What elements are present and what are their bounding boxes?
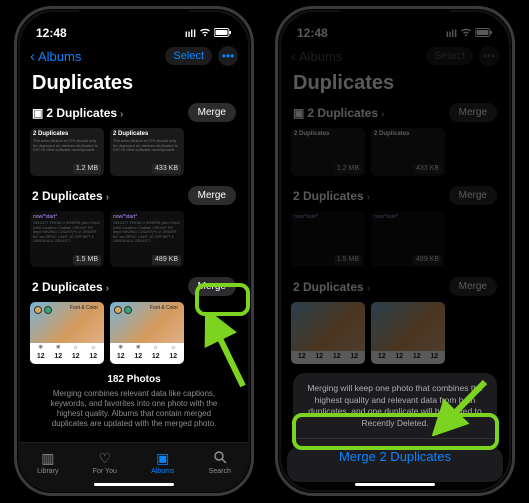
signal-icon: ııll [446, 29, 457, 40]
back-button[interactable]: ‹ Albums [291, 48, 342, 65]
section-title[interactable]: 2 Duplicates › [32, 280, 109, 294]
chevron-right-icon: › [106, 283, 109, 294]
wifi-icon [460, 28, 472, 40]
more-button[interactable]: ••• [479, 46, 499, 66]
color-swatch-icon [124, 306, 132, 314]
size-badge: 489 KB [152, 255, 181, 265]
albums-icon: ▣ [156, 450, 169, 467]
back-label: Albums [299, 49, 342, 64]
home-indicator[interactable] [355, 483, 435, 486]
chevron-right-icon: › [106, 192, 109, 203]
photo-count: 182 Photos [28, 372, 240, 385]
nav-bar: ‹ Albums Select ••• [20, 42, 248, 70]
chevron-right-icon: › [120, 109, 123, 120]
color-swatch-icon [44, 306, 52, 314]
screen-right: 12:48 ııll ‹ Albums Select ••• [281, 12, 509, 490]
duplicate-group: 2 Duplicates › Merge now/*start* SELECT … [28, 184, 240, 267]
back-button[interactable]: ‹ Albums [30, 48, 81, 65]
merge-button[interactable]: Merge [188, 186, 236, 205]
number-row: ☀︎12 ☀︎12 ☼12 ☼12 [110, 343, 184, 364]
color-swatch-icon [34, 306, 42, 314]
section-title[interactable]: 2 Duplicates › [32, 189, 109, 203]
status-time: 12:48 [297, 26, 328, 40]
merge-duplicates-button[interactable]: Merge 2 Duplicates [293, 439, 497, 474]
status-icons: ııll [185, 28, 232, 40]
duplicate-group: ▣ 2 Duplicates › Merge 2 Duplicates The … [28, 101, 240, 176]
foryou-icon: ♡ [99, 450, 112, 467]
size-badge: 1.5 MB [73, 255, 101, 265]
thumbnail[interactable]: now/*start* SELECT FROM d WHERE job='Cle… [30, 211, 104, 267]
signal-icon: ııll [185, 29, 196, 40]
tab-library[interactable]: ▥ Library [37, 450, 58, 475]
notch [79, 9, 189, 31]
duplicate-group: 2 Duplicates › Merge Font & Color ☀︎12 [28, 275, 240, 364]
content-area[interactable]: ▣ 2 Duplicates › Merge 2 Duplicates The … [20, 101, 248, 442]
ellipsis-icon: ••• [222, 49, 235, 63]
tab-foryou[interactable]: ♡ For You [93, 450, 117, 475]
action-sheet: Merging will keep one photo that combine… [287, 441, 503, 482]
notch [340, 9, 450, 31]
size-badge: 433 KB [152, 164, 181, 174]
tab-albums[interactable]: ▣ Albums [151, 450, 174, 475]
search-icon [213, 450, 227, 467]
section-title[interactable]: ▣ 2 Duplicates › [32, 106, 123, 120]
thumbnail[interactable]: 2 Duplicates The beta version of iOS sho… [30, 128, 104, 176]
thumbnail[interactable]: now/*start* SELECT FROM d WHERE job='Cle… [110, 211, 184, 267]
home-indicator[interactable] [94, 483, 174, 486]
thumbnail[interactable]: Font & Color ☀︎12 ☀︎12 ☼12 ☼12 [30, 302, 104, 364]
chevron-left-icon: ‹ [30, 48, 35, 65]
sheet-message: Merging will keep one photo that combine… [293, 373, 497, 438]
battery-icon [475, 28, 493, 40]
back-label: Albums [38, 49, 81, 64]
merge-button[interactable]: Merge [188, 103, 236, 122]
number-row: ☀︎12 ☀︎12 ☼12 ☼12 [30, 343, 104, 364]
nav-bar: ‹ Albums Select ••• [281, 42, 509, 70]
select-button[interactable]: Select [426, 47, 473, 65]
wifi-icon [199, 28, 211, 40]
battery-icon [214, 28, 232, 40]
chevron-left-icon: ‹ [291, 48, 296, 65]
select-button[interactable]: Select [165, 47, 212, 65]
status-time: 12:48 [36, 26, 67, 40]
color-swatch-icon [114, 306, 122, 314]
page-title: Duplicates [20, 70, 248, 101]
status-icons: ııll [446, 28, 493, 40]
ellipsis-icon: ••• [483, 49, 496, 63]
size-badge: 1.2 MB [73, 164, 101, 174]
merge-button[interactable]: Merge [188, 277, 236, 296]
footer-blurb: Merging combines relevant data like capt… [28, 385, 240, 435]
stack-icon: ▣ [32, 106, 43, 120]
phone-left: 12:48 ııll ‹ Albums Select ••• [14, 6, 254, 496]
phone-right: 12:48 ııll ‹ Albums Select ••• [275, 6, 515, 496]
more-button[interactable]: ••• [218, 46, 238, 66]
page-title: Duplicates [281, 70, 509, 101]
thumbnail[interactable]: Font & Color ☀︎12 ☀︎12 ☼12 ☼12 [110, 302, 184, 364]
library-icon: ▥ [41, 450, 54, 467]
thumbnail[interactable]: 2 Duplicates The beta version of iOS sho… [110, 128, 184, 176]
tab-search[interactable]: Search [209, 450, 231, 475]
screen-left: 12:48 ııll ‹ Albums Select ••• [20, 12, 248, 490]
